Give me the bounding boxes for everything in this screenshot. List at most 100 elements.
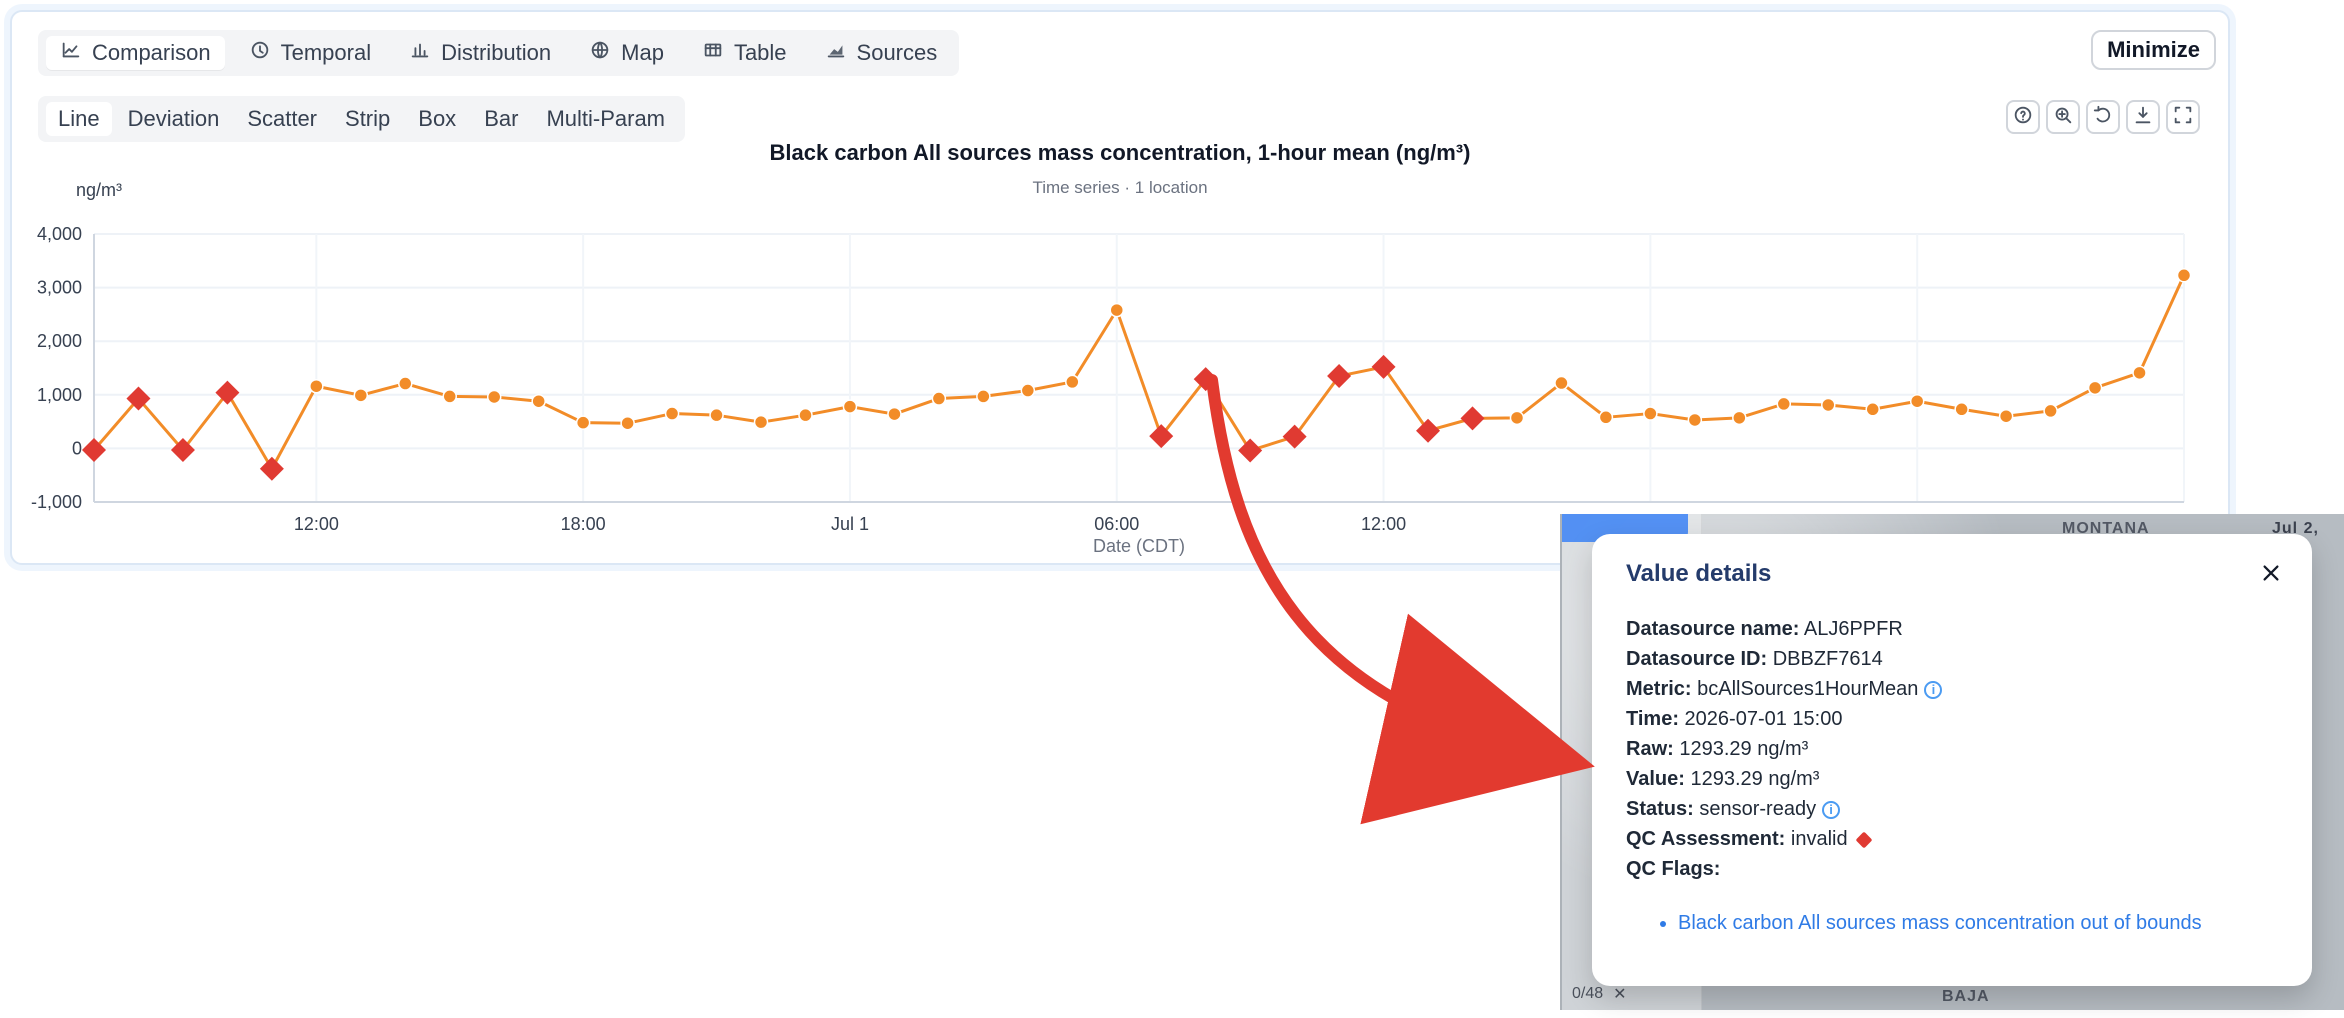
data-point[interactable] (442, 389, 457, 404)
data-point[interactable] (353, 388, 369, 403)
data-point[interactable] (1509, 410, 1525, 426)
data-point[interactable] (1020, 383, 1036, 398)
view-tab-box[interactable]: Box (406, 102, 468, 136)
data-point[interactable] (1109, 302, 1125, 318)
detail-row: Datasource name: ALJ6PPFR (1626, 614, 2278, 644)
data-point[interactable] (1598, 410, 1614, 425)
view-tab-deviation[interactable]: Deviation (116, 102, 232, 136)
data-point[interactable] (887, 406, 902, 422)
data-point[interactable] (1909, 393, 1925, 409)
chart-area[interactable]: ng/m³ -1,000 0 1,000 2,000 3,000 4,000 12:00 18:… (31, 172, 2208, 562)
tab-sources[interactable]: Sources (811, 36, 952, 70)
data-point[interactable] (709, 407, 724, 423)
tab-table[interactable]: Table (688, 36, 801, 70)
data-point[interactable] (798, 407, 813, 423)
y-tick-label: 1,000 (37, 385, 82, 405)
view-tab-line[interactable]: Line (46, 102, 112, 136)
y-tick-label: 4,000 (37, 224, 82, 244)
x-tick-label: Jul 1 (831, 514, 869, 534)
detail-value: invalid (1790, 828, 1848, 850)
data-point[interactable] (309, 378, 324, 394)
y-tick-label: -1,000 (31, 492, 82, 512)
view-tab-bar: Line Deviation Scatter Strip Box Bar Multi-Par… (38, 96, 686, 142)
data-point[interactable] (1998, 408, 2014, 424)
data-point[interactable] (486, 389, 502, 405)
reset-button[interactable] (2086, 100, 2120, 134)
view-tab-scatter[interactable]: Scatter (235, 102, 329, 136)
data-point[interactable] (575, 415, 591, 430)
data-point[interactable] (753, 414, 769, 430)
y-tick-label: 0 (72, 438, 82, 458)
data-point[interactable] (1065, 374, 1080, 390)
data-point[interactable] (2132, 365, 2147, 381)
detail-key: QC Assessment: (1626, 828, 1786, 850)
data-point[interactable] (842, 399, 858, 414)
detail-value: DBBZF7614 (1772, 648, 1883, 670)
tab-temporal[interactable]: Temporal (235, 36, 385, 70)
qc-flag-item: Black carbon All sources mass concentrat… (1678, 912, 2278, 935)
detail-key: Metric: (1626, 678, 1692, 700)
tab-label: Comparison (92, 40, 211, 65)
detail-row: Raw: 1293.29 ng/m³ (1626, 734, 2278, 764)
qc-flag-link[interactable]: Black carbon All sources mass concentrat… (1678, 912, 2202, 934)
x-axis-label: Date (CDT) (1093, 536, 1185, 556)
tab-distribution[interactable]: Distribution (395, 36, 565, 70)
globe-icon (589, 39, 611, 67)
data-point[interactable] (1954, 402, 1969, 417)
view-tab-bar[interactable]: Bar (472, 102, 530, 136)
x-tick-label: 12:00 (294, 514, 339, 534)
data-point[interactable] (1554, 375, 1569, 391)
data-point[interactable] (1865, 402, 1880, 417)
data-point[interactable] (2087, 380, 2103, 396)
detail-value: bcAllSources1HourMean (1697, 678, 1919, 700)
zoom-in-button[interactable] (2046, 100, 2080, 134)
background-close-icon: ✕ (1613, 986, 1627, 1003)
data-point[interactable] (1732, 410, 1747, 426)
tab-comparison[interactable]: Comparison (46, 36, 225, 70)
detail-value: ALJ6PPFR (1803, 618, 1903, 640)
table-icon (702, 39, 724, 67)
data-point[interactable] (2043, 403, 2058, 419)
info-icon[interactable]: i (1822, 800, 1841, 819)
detail-row: Datasource ID: DBBZF7614 (1626, 644, 2278, 674)
area-chart-icon (825, 39, 847, 67)
data-point[interactable] (2176, 268, 2192, 283)
detail-value: 2026-07-01 15:00 (1684, 708, 1843, 730)
minimize-button[interactable]: Minimize (2091, 30, 2216, 70)
fullscreen-button[interactable] (2166, 100, 2200, 134)
data-point[interactable] (1643, 406, 1658, 421)
chart-panel: Comparison Temporal Distribution Map Table So… (10, 10, 2230, 565)
data-point[interactable] (1821, 397, 1836, 413)
view-tab-multi-param[interactable]: Multi-Param (534, 102, 677, 136)
detail-value: 1293.29 ng/m³ (1690, 768, 1820, 790)
detail-row: Value: 1293.29 ng/m³ (1626, 764, 2278, 794)
info-icon[interactable]: i (1924, 680, 1943, 699)
data-point[interactable] (1687, 412, 1703, 428)
tab-label: Temporal (280, 40, 372, 65)
chart-title: Black carbon All sources mass concentrat… (769, 140, 1471, 165)
tab-map[interactable]: Map (575, 36, 678, 70)
data-point[interactable] (398, 376, 413, 391)
background-status-text: 0/48 (1572, 985, 1604, 1002)
help-button[interactable] (2006, 100, 2040, 134)
clock-icon (249, 39, 271, 67)
view-tab-strip[interactable]: Strip (333, 102, 402, 136)
chart-toolbar (2006, 100, 2200, 134)
data-point[interactable] (531, 393, 546, 409)
zoom-in-icon (2052, 104, 2074, 131)
tab-label: Distribution (441, 40, 552, 65)
tab-label: Table (733, 40, 787, 65)
value-details-modal: Value details Datasource name: ALJ6PPFR D… (1592, 534, 2312, 986)
detail-row: QC Assessment: invalid (1626, 824, 2278, 854)
close-button[interactable] (2254, 556, 2288, 590)
chart-bg (38, 172, 2208, 562)
data-point[interactable] (620, 415, 635, 431)
data-point[interactable] (664, 406, 680, 421)
data-point[interactable] (931, 391, 947, 406)
data-point[interactable] (1776, 396, 1792, 412)
detail-key: Datasource name: (1626, 618, 1800, 640)
download-button[interactable] (2126, 100, 2160, 134)
data-point[interactable] (976, 389, 991, 404)
line-chart-svg[interactable]: ng/m³ -1,000 0 1,000 2,000 3,000 4,000 12:00 18:… (31, 172, 2208, 562)
detail-key: Status: (1626, 798, 1694, 820)
